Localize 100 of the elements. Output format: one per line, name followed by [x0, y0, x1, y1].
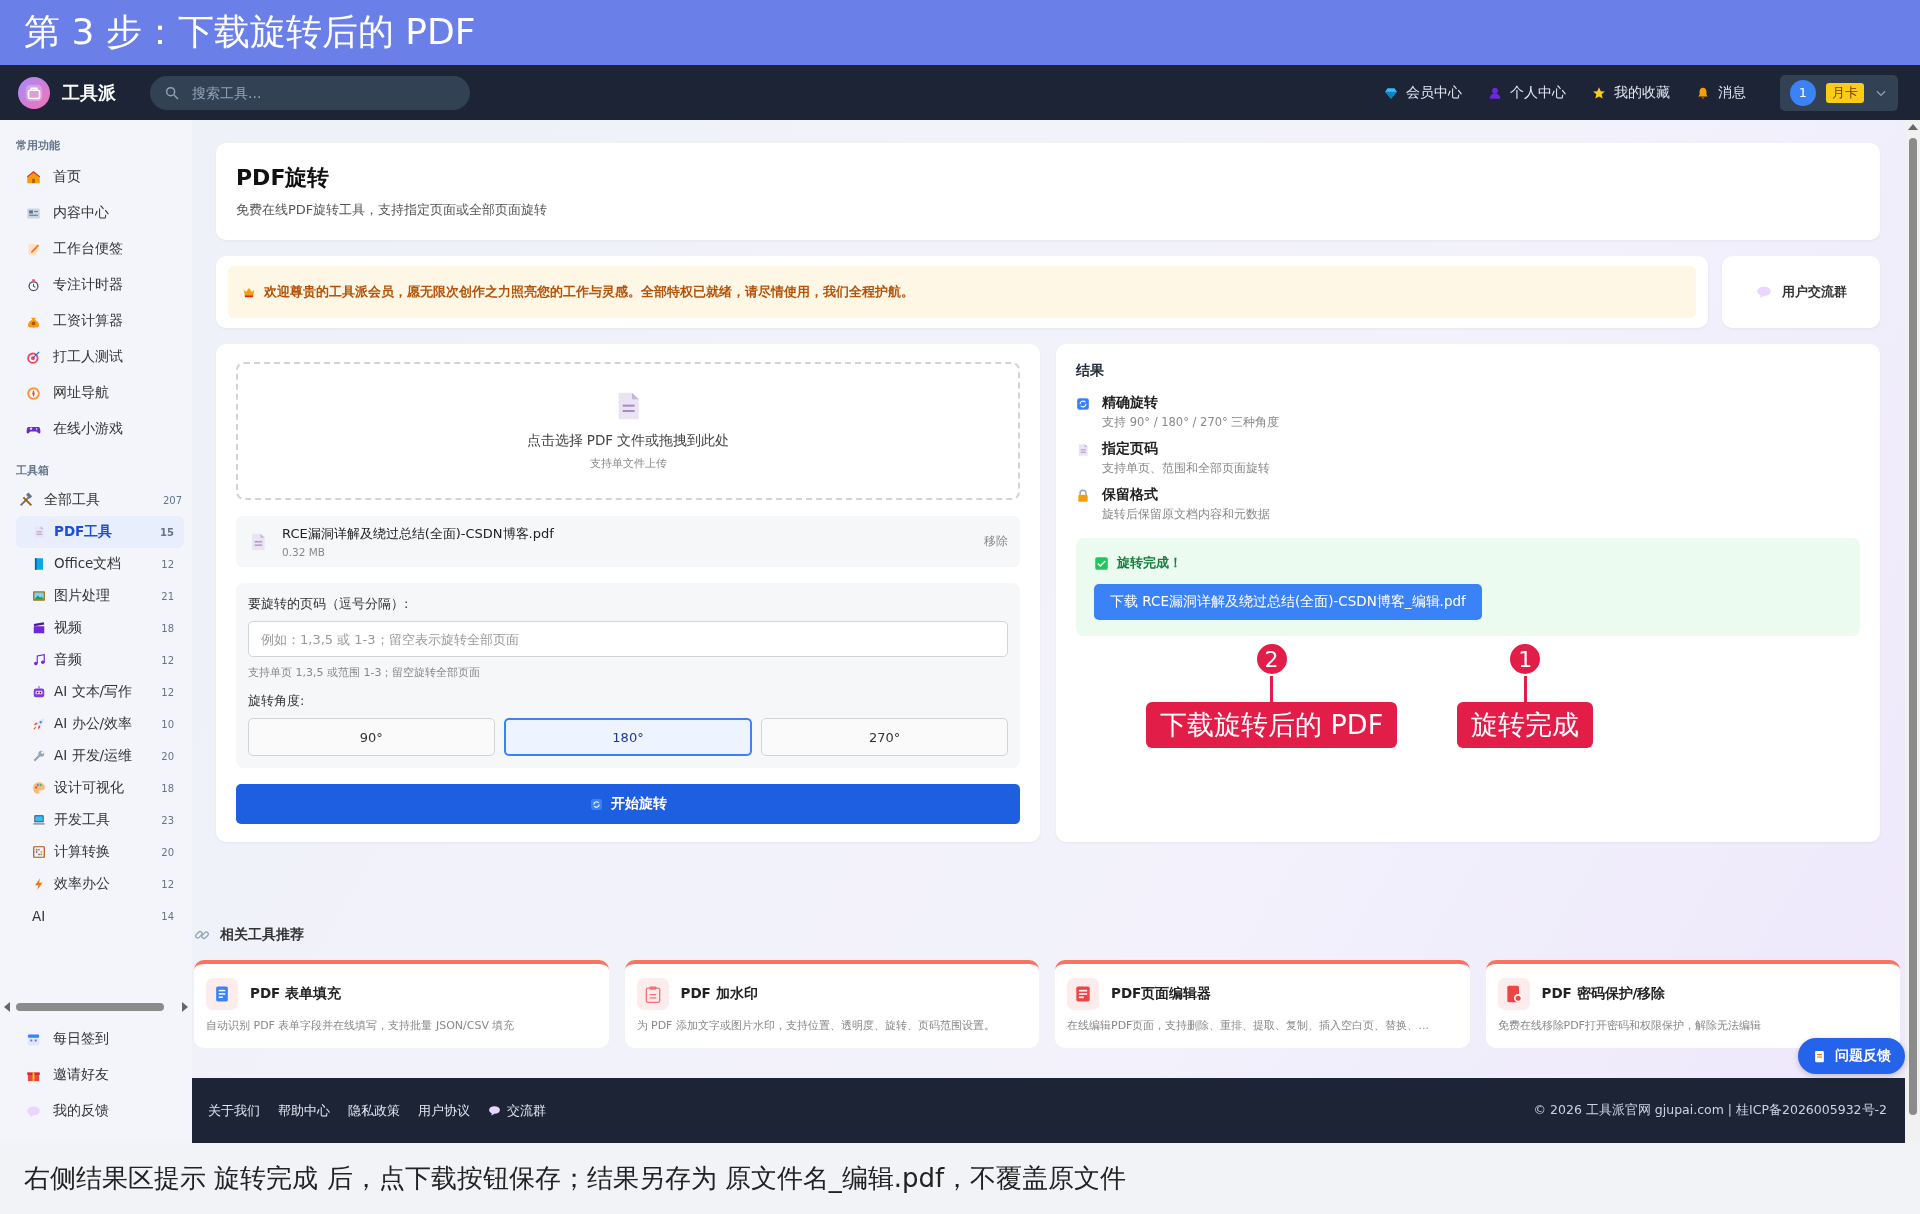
angle-option[interactable]: 180°: [503, 718, 753, 757]
compass-icon: [26, 385, 41, 401]
book-icon: [32, 557, 46, 571]
feature-title: 保留格式: [1102, 486, 1159, 504]
sidebar-item[interactable]: PDF工具 15: [16, 516, 184, 548]
start-button[interactable]: 开始旋转: [236, 784, 1020, 824]
wrench-icon: [32, 749, 46, 763]
sidebar-item[interactable]: AI 14: [16, 900, 184, 932]
search-field[interactable]: 搜索工具...: [150, 75, 470, 110]
tool-description: 在线编辑PDF页面，支持删除、重排、提取、复制、插入空白页、替换、...: [1067, 1018, 1430, 1033]
clapperboard-icon: [32, 621, 46, 635]
tools-icon: [18, 492, 34, 508]
file-name: RCE漏洞详解及绕过总结(全面)-CSDN博客.pdf: [282, 525, 554, 544]
search-icon: [164, 84, 180, 101]
feedback-button[interactable]: 问题反馈: [1798, 1038, 1905, 1074]
section-title: 相关工具推荐: [220, 926, 304, 944]
result-title: 结果: [1076, 362, 1105, 380]
sidebar-item[interactable]: 图片处理 21: [16, 580, 184, 612]
tutorial-caption: 右侧结果区提示 旋转完成 后，点下载按钮保存；结果另存为 原文件名_编辑.pdf，不覆盖原文件: [24, 1162, 1127, 1195]
speech-bubble-icon: [1755, 284, 1772, 300]
field-hint: 支持单页 1,3,5 或范围 1-3；留空旋转全部页面: [248, 665, 482, 681]
checkbox-icon: [1094, 555, 1109, 571]
field-label: 要旋转的页码（逗号分隔）:: [248, 595, 410, 614]
upload-hint: 支持单文件上传: [589, 456, 667, 472]
sidebar-item[interactable]: 工资计算器: [0, 303, 192, 339]
sidebar-item[interactable]: 邀请好友: [0, 1057, 192, 1093]
feature-title: 指定页码: [1102, 440, 1159, 458]
tool-description: 自动识别 PDF 表单字段并在线填写，支持批量 JSON/CSV 填充: [206, 1018, 516, 1033]
sidebar-item[interactable]: 工作台便签: [0, 231, 192, 267]
angle-option[interactable]: 90°: [248, 718, 495, 757]
callout-label: 旋转完成: [1457, 702, 1594, 748]
group-button[interactable]: 用户交流群: [1722, 256, 1880, 328]
remove-link[interactable]: 移除: [984, 533, 1008, 551]
step-marker: 1: [1508, 642, 1543, 676]
sidebar-item[interactable]: 效率办公 12: [16, 868, 184, 900]
sidebar-item[interactable]: 我的反馈: [0, 1093, 192, 1129]
refresh-icon: [1076, 397, 1090, 411]
upload-dropzone[interactable]: 点击选择 PDF 文件或拖拽到此处 支持单文件上传: [236, 362, 1020, 500]
sidebar-item[interactable]: 首页: [0, 159, 192, 195]
sidebar-item[interactable]: 全部工具 207: [0, 484, 192, 516]
document-icon: [1812, 1048, 1827, 1064]
tool-card[interactable]: PDF 密码保护/移除 免费在线移除PDF打开密码和权限保护，解除无法编辑: [1485, 960, 1900, 1048]
tool-card[interactable]: PDF 加水印 为 PDF 添加文字或图片水印，支持位置、透明度、旋转、页码范围设置。: [624, 960, 1039, 1048]
footer-link[interactable]: 隐私政策: [348, 1101, 400, 1120]
bell-icon: [1696, 85, 1710, 100]
nav-link[interactable]: 个人中心: [1488, 83, 1566, 102]
sidebar-item[interactable]: 音频 12: [16, 644, 184, 676]
nav-link[interactable]: 会员中心: [1384, 83, 1462, 102]
pages-field[interactable]: 例如：1,3,5 或 1-3；留空表示旋转全部页面: [248, 621, 1008, 658]
tool-description: 免费在线移除PDF打开密码和权限保护，解除无法编辑: [1497, 1018, 1762, 1033]
sidebar-item[interactable]: 视频 18: [16, 612, 184, 644]
sidebar-item[interactable]: 网址导航: [0, 375, 192, 411]
page-subtitle: 免费在线PDF旋转工具，支持指定页面或全部页面旋转: [236, 201, 549, 219]
tool-card[interactable]: PDF页面编辑器 在线编辑PDF页面，支持删除、重排、提取、复制、插入空白页、替换、...: [1055, 960, 1470, 1048]
document-icon: [32, 525, 46, 539]
scrollbar[interactable]: [1905, 120, 1920, 1143]
download-button[interactable]: 下载 RCE漏洞详解及绕过总结(全面)-CSDN博客_编辑.pdf: [1094, 584, 1482, 620]
feature-description: 支持单页、范围和全部页面旋转: [1102, 461, 1270, 476]
sidebar-item[interactable]: 专注计时器: [0, 267, 192, 303]
sidebar-item[interactable]: 在线小游戏: [0, 411, 192, 447]
feature-title: 精确旋转: [1102, 394, 1159, 412]
sidebar-item[interactable]: Office文档 12: [16, 548, 184, 580]
refresh-icon: [589, 797, 603, 811]
sidebar-item[interactable]: 设计可视化 18: [16, 772, 184, 804]
nav-link[interactable]: 消息: [1696, 83, 1746, 102]
sidebar-item[interactable]: AI 开发/运维 20: [16, 740, 184, 772]
angle-option[interactable]: 270°: [761, 718, 1008, 757]
tool-card[interactable]: PDF 表单填充 自动识别 PDF 表单字段并在线填写，支持批量 JSON/CSV 填充: [194, 960, 609, 1048]
lock-icon: [1076, 489, 1090, 503]
footer-link[interactable]: 关于我们: [208, 1101, 260, 1120]
sidebar-item[interactable]: AI 文本/写作 12: [16, 676, 184, 708]
footer-link[interactable]: 用户协议: [418, 1101, 470, 1120]
sidebar-item[interactable]: 内容中心: [0, 195, 192, 231]
leader-line: [1270, 676, 1274, 702]
sidebar-item[interactable]: 开发工具 23: [16, 804, 184, 836]
person-icon: [1488, 85, 1502, 100]
status-text: 旋转完成！: [1117, 554, 1182, 572]
tool-name: PDF 表单填充: [250, 985, 342, 1003]
picture-icon: [32, 589, 46, 603]
tool-name: PDF 密码保护/移除: [1541, 985, 1666, 1003]
sidebar-item[interactable]: 每日签到: [0, 1021, 192, 1057]
sidebar-item[interactable]: 打工人测试: [0, 339, 192, 375]
laptop-icon: [32, 813, 46, 827]
tool-name: PDF 加水印: [680, 985, 758, 1003]
feature-description: 支持 90° / 180° / 270° 三种角度: [1102, 415, 1280, 430]
tool-name: PDF页面编辑器: [1111, 985, 1212, 1003]
nav-link[interactable]: 我的收藏: [1592, 83, 1670, 102]
document-icon: [1076, 443, 1090, 457]
feature-description: 旋转后保留原文档内容和元数据: [1102, 507, 1270, 522]
file-size: 0.32 MB: [282, 546, 326, 559]
sidebar-item[interactable]: AI 办公/效率 10: [16, 708, 184, 740]
robot-icon: [32, 685, 46, 699]
footer-link[interactable]: 交流群: [488, 1101, 546, 1120]
user-menu[interactable]: 1 月卡: [1780, 74, 1898, 111]
target-icon: [26, 349, 41, 365]
notice-text: 欢迎尊贵的工具派会员，愿无限次创作之力照亮您的工作与灵感。全部特权已就绪，请尽情使用，我们全程护航。: [264, 283, 914, 301]
footer-link[interactable]: 帮助中心: [278, 1101, 330, 1120]
upload-prompt: 点击选择 PDF 文件或拖拽到此处: [526, 432, 730, 451]
brand-name: 工具派: [62, 80, 117, 105]
sidebar-item[interactable]: 计算转换 20: [16, 836, 184, 868]
